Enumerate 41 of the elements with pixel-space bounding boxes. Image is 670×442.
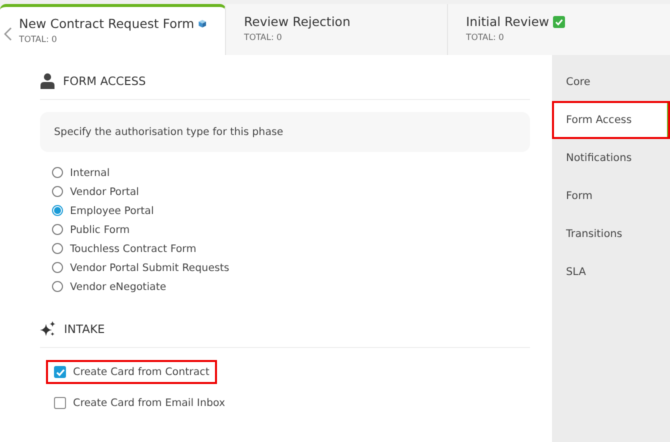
section-heading: INTAKE	[64, 322, 105, 336]
radio-button[interactable]	[52, 186, 63, 197]
sidebar-item[interactable]: Notifications	[552, 139, 670, 177]
radio-button[interactable]	[52, 281, 63, 292]
cube-icon	[198, 18, 207, 29]
chevron-left-icon	[4, 27, 12, 41]
sidebar-item[interactable]: Form Access	[552, 101, 670, 139]
radio-label: Vendor eNegotiate	[70, 280, 166, 292]
tab-total: TOTAL: 0	[19, 35, 58, 45]
radio-button[interactable]	[52, 205, 63, 216]
sidebar-item[interactable]: Transitions	[552, 215, 670, 253]
phase-tab[interactable]: New Contract Request Form TOTAL: 0	[0, 4, 226, 55]
sidebar-item[interactable]: SLA	[552, 253, 670, 291]
phase-tab[interactable]: Initial Review TOTAL: 0	[448, 4, 670, 55]
phase-tab[interactable]: Review Rejection TOTAL: 0	[226, 4, 448, 55]
sparkles-icon	[40, 321, 56, 337]
radio-button[interactable]	[52, 167, 63, 178]
checkbox-label: Create Card from Email Inbox	[73, 397, 226, 409]
radio-label: Employee Portal	[70, 204, 154, 216]
tab-total: TOTAL: 0	[466, 33, 505, 43]
person-icon	[40, 73, 55, 89]
radio-button[interactable]	[52, 243, 63, 254]
radio-label: Vendor Portal	[70, 186, 140, 198]
section-heading: FORM ACCESS	[63, 74, 146, 88]
radio-label: Touchless Contract Form	[70, 242, 196, 254]
radio-label: Public Form	[70, 224, 130, 236]
checkmark-icon	[553, 16, 566, 28]
radio-label: Internal	[70, 166, 110, 178]
checkbox[interactable]	[54, 366, 66, 378]
checkbox[interactable]	[54, 397, 66, 409]
sidebar-item[interactable]: Core	[552, 63, 670, 101]
radio-button[interactable]	[52, 224, 63, 235]
radio-label: Vendor Portal Submit Requests	[70, 262, 230, 274]
hint-panel: Specify the authorisation type for this phase	[40, 112, 530, 152]
tab-title: Review Rejection	[244, 14, 350, 29]
sidebar-item[interactable]: Form	[552, 177, 670, 215]
radio-button[interactable]	[52, 262, 63, 273]
tab-total: TOTAL: 0	[244, 33, 283, 43]
checkbox-label: Create Card from Contract	[73, 366, 210, 378]
tab-title: Initial Review	[466, 14, 550, 29]
tab-title: New Contract Request Form	[19, 16, 194, 31]
